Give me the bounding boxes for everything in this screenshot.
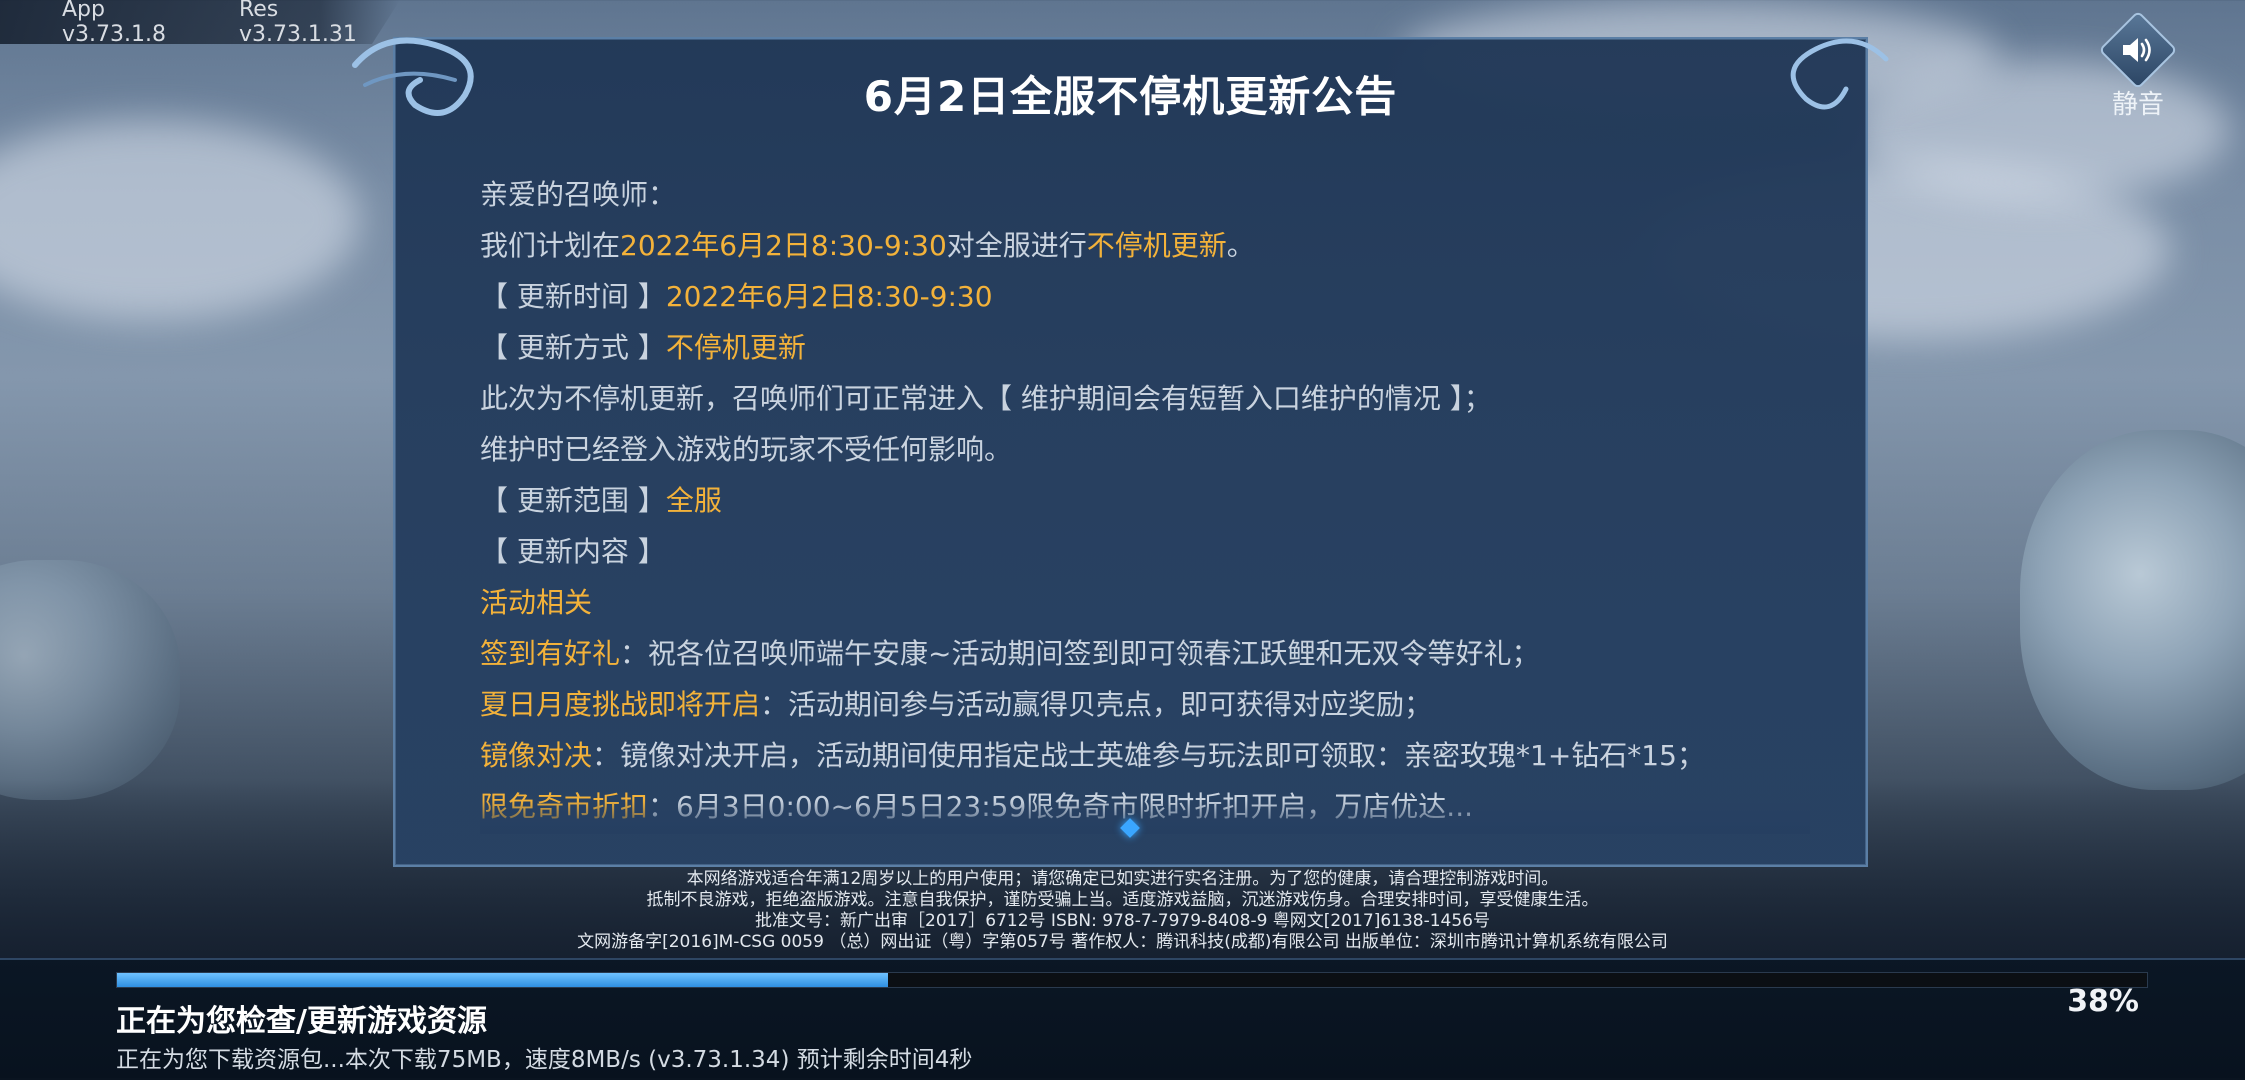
- progress-fill: [117, 973, 889, 987]
- speaker-icon: [2123, 38, 2151, 63]
- plan-line: 我们计划在2022年6月2日8:30-9:30对全服进行不停机更新。: [480, 229, 1255, 262]
- legal-line-1: 本网络游戏适合年满12周岁以上的用户使用；请您确定已如实进行实名注册。为了您的健…: [686, 869, 1559, 889]
- legal-line-3: 批准文号：新广出审［2017］6712号 ISBN: 978-7-7979-84…: [755, 911, 1490, 931]
- legal-line-2: 抵制不良游戏，拒绝盗版游戏。注意自我保护，谨防受骗上当。适度游戏益脑，沉迷游戏伤…: [646, 890, 1599, 910]
- update-mode-line: 【 更新方式 】不停机更新: [480, 331, 806, 364]
- legal-notice: 本网络游戏适合年满12周岁以上的用户使用；请您确定已如实进行实名注册。为了您的健…: [0, 869, 2245, 953]
- list-item: 夏日月度挑战即将开启：活动期间参与活动赢得贝壳点，即可获得对应奖励；: [480, 688, 1433, 721]
- announcement-body[interactable]: 亲爱的召唤师： 我们计划在2022年6月2日8:30-9:30对全服进行不停机更…: [480, 169, 1810, 834]
- mute-button[interactable]: 静音: [2098, 10, 2178, 121]
- update-time-line: 【 更新时间 】2022年6月2日8:30-9:30: [480, 280, 993, 313]
- list-item: 签到有好礼：祝各位召唤师端午安康~活动期间签到即可领春江跃鲤和无双令等好礼；: [480, 637, 1540, 670]
- description-line-2: 维护时已经登入游戏的玩家不受任何影响。: [480, 433, 1013, 466]
- legal-line-4: 文网游备字[2016]M-CSG 0059 （总）网出证（粤）字第057号 著作…: [577, 932, 1668, 952]
- section-activity: 活动相关: [480, 586, 593, 619]
- update-content-label: 【 更新内容 】: [480, 535, 666, 568]
- download-footer: 38% 正在为您检查/更新游戏资源 正在为您下载资源包...本次下载75MB，速…: [0, 958, 2245, 1080]
- list-item: 镜像对决：镜像对决开启，活动期间使用指定战士英雄参与玩法即可领取：亲密玫瑰*1+…: [480, 739, 1705, 772]
- progress-percent: 38%: [2067, 984, 2139, 1019]
- description-line-1: 此次为不停机更新，召唤师们可正常进入【 维护期间会有短暂入口维护的情况 】；: [480, 382, 1492, 415]
- mute-label: 静音: [2111, 90, 2164, 120]
- version-info: App v3.73.1.8 Res v3.73.1.31: [0, 0, 400, 44]
- update-scope-line: 【 更新范围 】全服: [480, 484, 722, 517]
- announcement-panel: 6月2日全服不停机更新公告 亲爱的召唤师： 我们计划在2022年6月2日8:30…: [352, 37, 1889, 867]
- progress-bar: [116, 972, 2148, 988]
- app-version: App v3.73.1.8: [62, 0, 166, 47]
- announcement-title: 6月2日全服不停机更新公告: [863, 72, 1398, 121]
- status-title: 正在为您检查/更新游戏资源: [116, 1004, 487, 1039]
- status-detail: 正在为您下载资源包...本次下载75MB，速度8MB/s (v3.73.1.34…: [116, 1047, 973, 1073]
- greeting: 亲爱的召唤师：: [480, 178, 677, 211]
